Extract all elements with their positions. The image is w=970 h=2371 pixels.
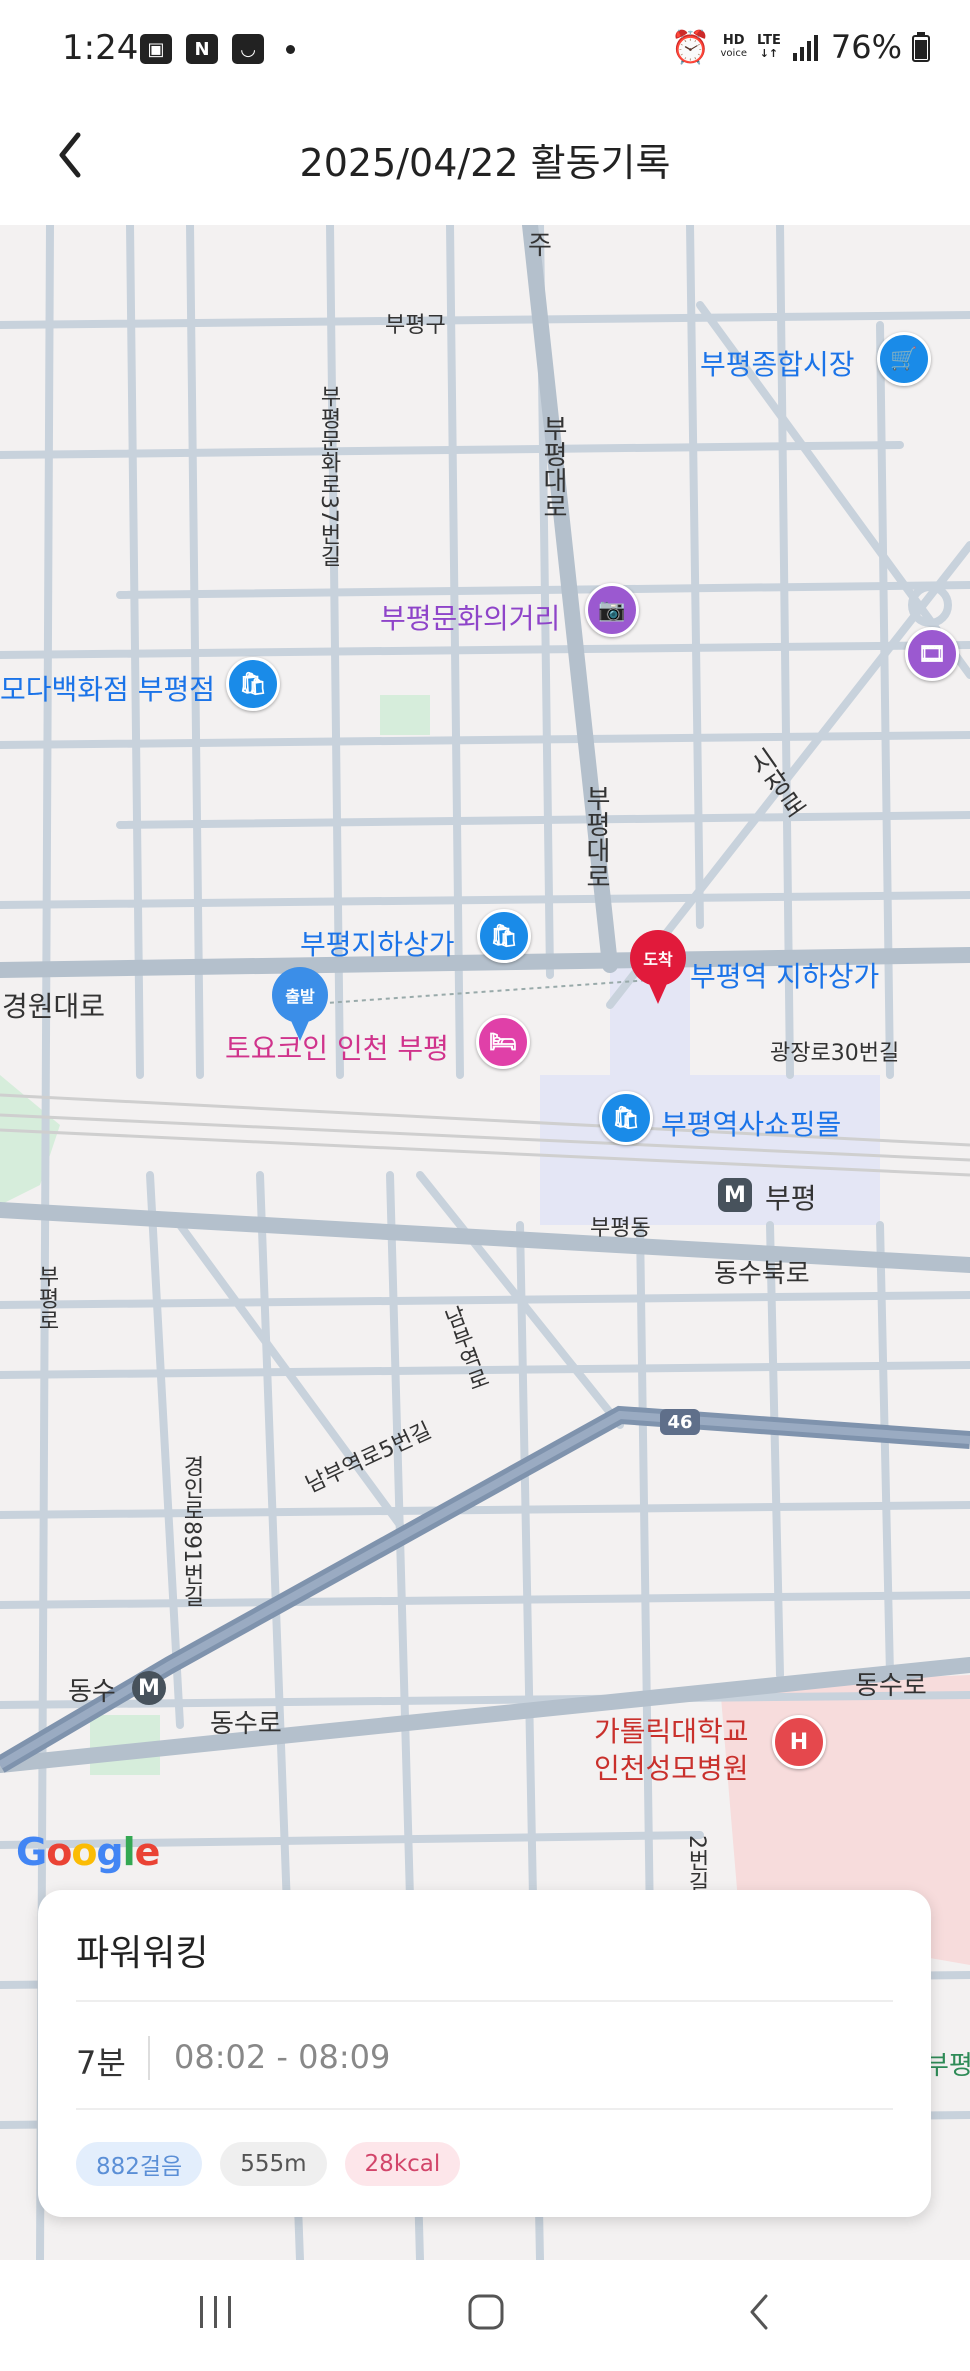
status-bar: 1:24 ▣ N ◡ ⏰ HD voice LTE ↓↑ 76% [0,0,970,100]
signal-icon [792,35,818,61]
divider [76,2000,893,2002]
steps-chip: 882걸음 [76,2142,203,2186]
route-46-badge: 46 [660,1409,700,1435]
map-label-toyoko-inn[interactable]: 토요코인 인천 부평 [225,1027,449,1067]
map-label-dongsu[interactable]: 동수 [68,1671,116,1708]
shopping-cart-icon[interactable]: 🛒 [877,332,931,386]
start-pin[interactable]: 출발 [272,967,328,1049]
map-label-gyeongwon-daero: 경원대로 [2,990,106,1023]
metro-station-icon[interactable]: M [718,1178,752,1212]
activity-duration: 7분 [76,2044,126,2082]
map-label-culture-street[interactable]: 부평문화의거리 [380,597,560,637]
naver-icon: N [186,34,218,64]
map-label-bupyeong-station[interactable]: 부평 [765,1177,817,1217]
notification-icons: ▣ N ◡ [140,34,295,64]
back-icon[interactable] [740,2292,780,2332]
metro-station-icon[interactable]: M [132,1671,166,1705]
calories-chip: 28kcal [344,2142,461,2186]
home-icon[interactable] [466,2292,506,2332]
map-label-hospital-line2[interactable]: 인천성모병원 [594,1747,749,1787]
more-notifications-icon [286,44,295,54]
map-label-bupyeong-market[interactable]: 부평종합시장 [700,343,855,383]
hd-label: HD [722,33,745,48]
end-pin[interactable]: 도착 [630,930,686,1012]
map-label-station-underground[interactable]: 부평역 지하상가 [690,955,879,995]
end-pin-tip [642,968,674,1004]
movie-icon[interactable]: 🎞 [905,627,959,681]
divider [76,2108,893,2110]
distance-chip: 555m [220,2142,327,2186]
activity-title: 파워워킹 [76,1933,209,1974]
map-label-road-partial: 2번길 [684,1835,709,1893]
activity-stats: 882걸음 555m 28kcal [76,2142,461,2186]
map-label-station-shopping[interactable]: 부평역사쇼핑몰 [661,1103,841,1143]
shopping-bag-icon[interactable]: 🛍 [477,909,531,963]
page-title: 2025/04/22 활동기록 [299,141,671,185]
map-label-underground-mall[interactable]: 부평지하상가 [300,923,455,963]
shopping-bag-icon[interactable]: 🛍 [226,657,280,711]
recent-apps-icon[interactable] [196,2292,236,2332]
map-label-hospital-line1[interactable]: 가톨릭대학교 [594,1710,749,1750]
camera-icon[interactable]: 📷 [585,583,639,637]
map-label-dongsu-ro-right: 동수로 [855,1671,927,1701]
data-arrows-icon: ↓↑ [759,47,779,60]
system-nav-bar [0,2260,970,2371]
map-label-bupyeong-ro: 부평로 [34,1265,59,1331]
status-time: 1:24 [62,28,139,68]
battery-icon [912,32,930,62]
shopping-icon: ◡ [232,34,264,64]
map-label-partial-top: 주 [528,231,552,261]
map-label-bupyeong-daero-mid: 부평대로 [581,785,611,889]
header-bar: 2025/04/22 활동기록 [0,100,970,225]
activity-time-range: 08:02 - 08:09 [174,2038,391,2076]
status-right: ⏰ HD voice LTE ↓↑ 76% [671,28,930,66]
map-label-dongsu-bukro: 동수북로 [714,1259,810,1289]
google-logo: Google [16,1830,160,1874]
alarm-icon: ⏰ [670,28,711,66]
map-label-gwangjang-ro: 광장로30번길 [770,1041,900,1066]
map-label-gyeongin-891: 경인로891번길 [179,1455,204,1607]
lte-label: LTE [756,33,781,48]
map-label-munhwa-ro: 부평문화로37번길 [316,385,341,567]
divider [148,2036,150,2080]
start-pin-tip [284,1005,316,1041]
lte-indicator: LTE ↓↑ [757,34,781,60]
map-label-bupyeong-gu: 부평구 [385,313,446,338]
hd-voice-indicator: HD voice [721,34,747,60]
map-label-bupyeong-dong: 부평동 [590,1216,651,1241]
battery-percent: 76% [830,28,902,66]
hotel-icon[interactable]: 🛏 [476,1015,530,1069]
map-label-bupyeong-daero-top: 부평대로 [538,415,568,519]
hospital-icon[interactable]: H [772,1715,826,1769]
map-label-dongsu-ro-left: 동수로 [210,1709,282,1739]
voice-label: voice [720,48,747,59]
activity-summary-card[interactable]: 파워워킹 7분 08:02 - 08:09 882걸음 555m 28kcal [38,1890,931,2217]
map-label-dept-store[interactable]: 모다백화점 부평점 [0,668,215,708]
shopping-bag-icon[interactable]: 🛍 [599,1091,653,1145]
image-icon: ▣ [140,34,172,64]
map-label-partial-right: 부평 [925,2051,970,2081]
